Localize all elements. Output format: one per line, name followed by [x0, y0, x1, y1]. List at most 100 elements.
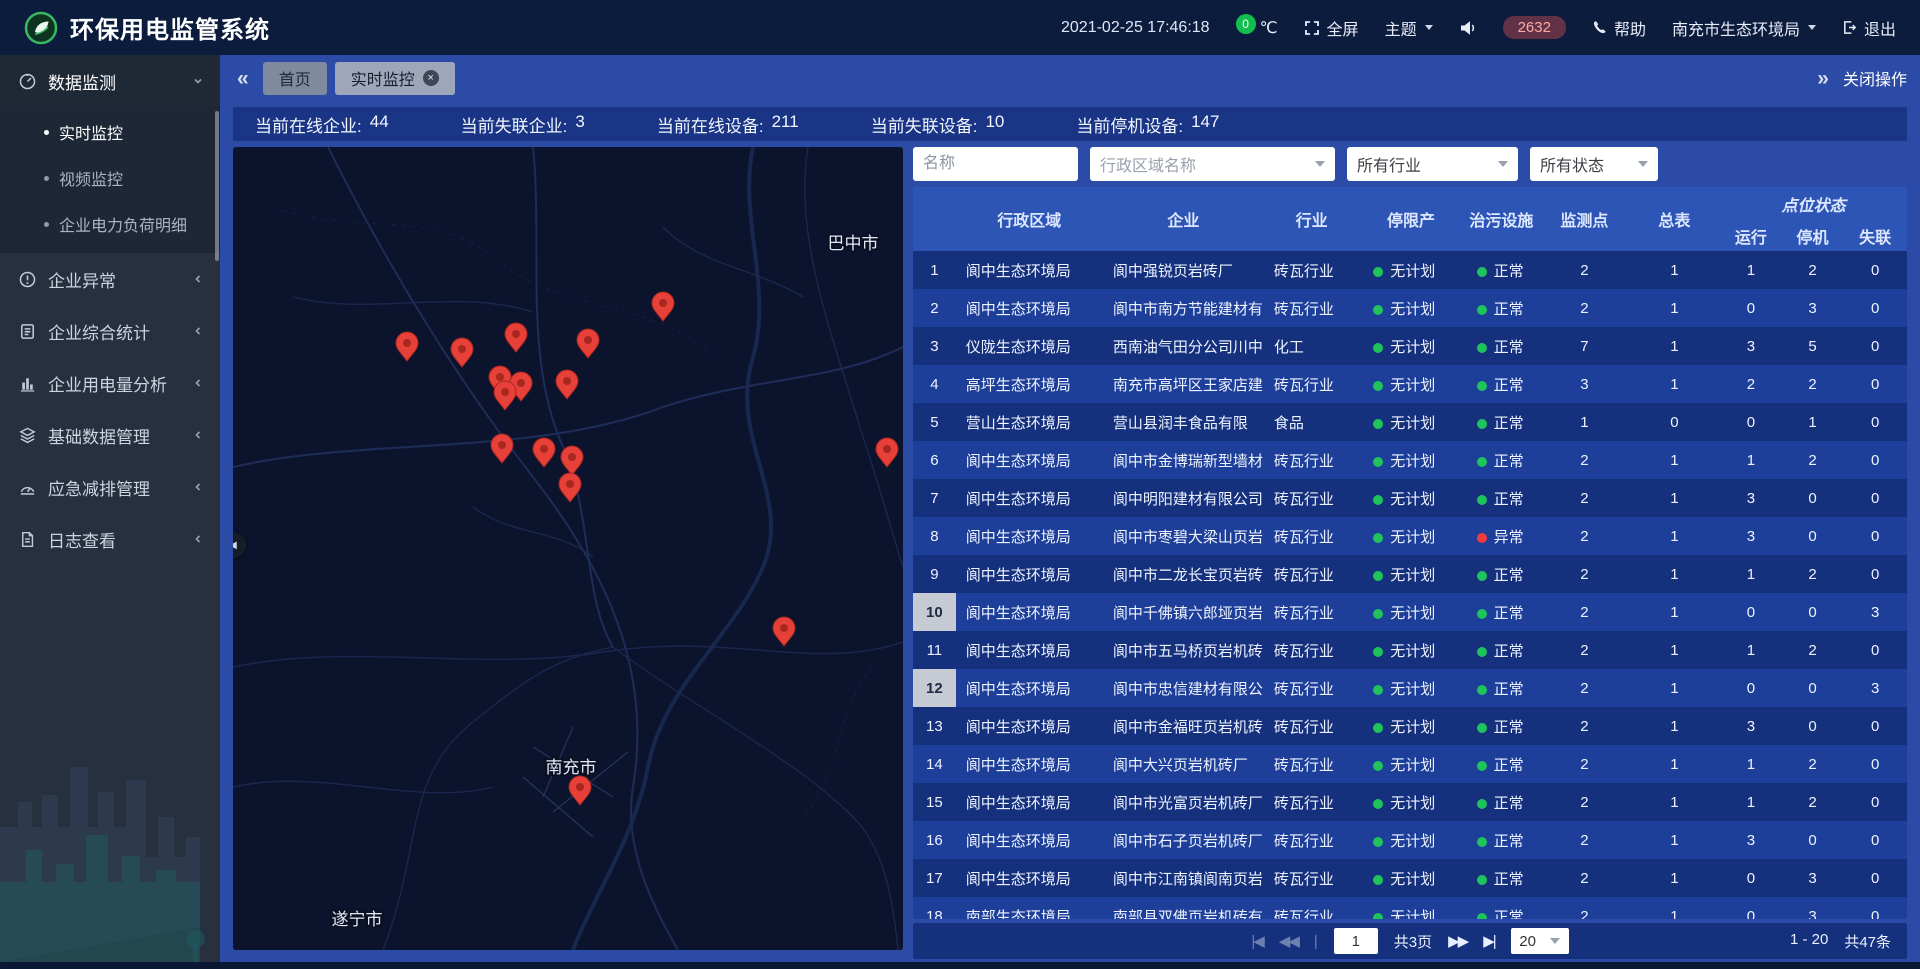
row-lost: 0 — [1843, 745, 1907, 783]
table-row[interactable]: 4高坪生态环境局南充市高坪区王家店建砖瓦行业无计划正常31220 — [913, 365, 1907, 403]
help-button[interactable]: 帮助 — [1592, 16, 1646, 40]
page-size-select[interactable]: 20 — [1511, 928, 1569, 954]
table-row[interactable]: 2阆中生态环境局阆中市南方节能建材有砖瓦行业无计划正常21030 — [913, 289, 1907, 327]
datetime-text: 2021-02-25 17:46:18 — [1061, 19, 1210, 37]
tab-close-icon[interactable]: × — [423, 70, 439, 86]
table-row[interactable]: 5营山生态环境局营山县润丰食品有限食品无计划正常10010 — [913, 403, 1907, 441]
map-city-label: 遂宁市 — [332, 910, 383, 929]
row-lost: 0 — [1843, 517, 1907, 555]
status-dot-icon — [1477, 837, 1487, 847]
first-page-icon[interactable]: |◀ — [1251, 932, 1262, 950]
row-index: 14 — [913, 745, 956, 783]
row-industry: 砖瓦行业 — [1264, 745, 1359, 783]
row-region: 阆中生态环境局 — [956, 707, 1103, 745]
sidebar-item-视频监控[interactable]: 视频监控 — [0, 155, 220, 201]
sidebar-group-基础数据管理[interactable]: 基础数据管理 — [0, 409, 220, 461]
col-region: 行政区域 — [956, 187, 1103, 251]
row-region: 阆中生态环境局 — [956, 289, 1103, 327]
sidebar-group-日志查看[interactable]: 日志查看 — [0, 513, 220, 565]
status-dot-icon — [1477, 419, 1487, 429]
close-operations-button[interactable]: 关闭操作 — [1843, 66, 1907, 90]
logout-button[interactable]: 退出 — [1842, 16, 1896, 40]
chevron-left-icon — [192, 325, 204, 337]
row-lost: 0 — [1843, 251, 1907, 289]
row-facility-status: 正常 — [1463, 479, 1541, 517]
name-filter-input[interactable] — [913, 147, 1078, 181]
sidebar-group-应急减排管理[interactable]: 应急减排管理 — [0, 461, 220, 513]
table-row[interactable]: 13阆中生态环境局阆中市金福旺页岩机砖砖瓦行业无计划正常21300 — [913, 707, 1907, 745]
next-page-icon[interactable]: ▶▶ — [1448, 932, 1467, 950]
row-stop: 2 — [1782, 555, 1844, 593]
tab-首页[interactable]: 首页 — [263, 62, 327, 95]
row-run: 1 — [1720, 631, 1782, 669]
theme-dropdown[interactable]: 主题 — [1385, 16, 1433, 40]
stat-value: 211 — [772, 112, 799, 137]
sidebar-group-企业异常[interactable]: 企业异常 — [0, 253, 220, 305]
chevron-down-icon — [1808, 25, 1816, 30]
stat-label: 当前停机设备: — [1076, 112, 1183, 137]
row-meter: 1 — [1629, 897, 1720, 919]
fullscreen-button[interactable]: 全屏 — [1304, 16, 1359, 40]
table-row[interactable]: 1阆中生态环境局阆中强锐页岩砖厂砖瓦行业无计划正常21120 — [913, 251, 1907, 289]
gauge-icon — [16, 71, 38, 91]
row-index: 11 — [913, 631, 956, 669]
table-row[interactable]: 17阆中生态环境局阆中市江南镇阆南页岩砖瓦行业无计划正常21030 — [913, 859, 1907, 897]
status-dot-icon — [1373, 723, 1383, 733]
sidebar: 数据监测实时监控视频监控企业电力负荷明细企业异常企业综合统计企业用电量分析基础数… — [0, 55, 220, 969]
status-dot-icon — [1477, 913, 1487, 920]
sidebar-group-企业用电量分析[interactable]: 企业用电量分析 — [0, 357, 220, 409]
col-company: 企业 — [1103, 187, 1264, 251]
row-points: 2 — [1540, 517, 1628, 555]
table-row[interactable]: 14阆中生态环境局阆中大兴页岩机砖厂砖瓦行业无计划正常21120 — [913, 745, 1907, 783]
enterprise-table: 行政区域 企业 行业 停限产 治污设施 监测点 总表 点位状态 — [913, 187, 1907, 919]
tabs-scroll-right-icon[interactable]: » — [1813, 68, 1833, 89]
table-row[interactable]: 16阆中生态环境局阆中市石子页岩机砖厂砖瓦行业无计划正常21300 — [913, 821, 1907, 859]
status-dot-icon — [1477, 457, 1487, 467]
last-page-icon[interactable]: ▶| — [1483, 932, 1494, 950]
status-select[interactable]: 所有状态 — [1530, 147, 1658, 181]
tabs-scroll-left-icon[interactable]: « — [233, 68, 253, 89]
sidebar-item-企业电力负荷明细[interactable]: 企业电力负荷明细 — [0, 201, 220, 247]
notification-badge[interactable]: 2632 — [1503, 16, 1566, 39]
status-dot-icon — [1477, 647, 1487, 657]
table-row[interactable]: 18南部生态环境局南部县双佛页岩机砖有砖瓦行业无计划正常21030 — [913, 897, 1907, 919]
row-industry: 砖瓦行业 — [1264, 517, 1359, 555]
row-meter: 1 — [1629, 289, 1720, 327]
col-point-status-group: 点位状态 — [1720, 187, 1907, 221]
table-row[interactable]: 7阆中生态环境局阆中明阳建材有限公司砖瓦行业无计划正常21300 — [913, 479, 1907, 517]
status-dot-icon — [1373, 761, 1383, 771]
table-row[interactable]: 3仪陇生态环境局西南油气田分公司川中化工无计划正常71350 — [913, 327, 1907, 365]
row-limit-status: 无计划 — [1359, 821, 1462, 859]
chevron-down-icon — [1550, 938, 1560, 944]
map-panel[interactable]: 巴中市南充市遂宁市 ◀ — [233, 147, 903, 950]
prev-page-icon[interactable]: ◀◀ — [1279, 932, 1298, 950]
tab-实时监控[interactable]: 实时监控× — [335, 62, 455, 95]
table-row[interactable]: 6阆中生态环境局阆中市金博瑞新型墙材砖瓦行业无计划正常21120 — [913, 441, 1907, 479]
table-row[interactable]: 10阆中生态环境局阆中千佛镇六郎垭页岩砖瓦行业无计划正常21003 — [913, 593, 1907, 631]
record-range-label: 1 - 20 共47条 — [1790, 931, 1891, 952]
table-row[interactable]: 9阆中生态环境局阆中市二龙长宝页岩砖砖瓦行业无计划正常21120 — [913, 555, 1907, 593]
stat-item: 当前失联设备:10 — [871, 112, 1005, 137]
row-region: 阆中生态环境局 — [956, 251, 1103, 289]
row-run: 3 — [1720, 517, 1782, 555]
announcement-button[interactable] — [1459, 20, 1477, 36]
sidebar-item-实时监控[interactable]: 实时监控 — [0, 109, 220, 155]
org-dropdown[interactable]: 南充市生态环境局 — [1672, 16, 1816, 40]
region-select[interactable]: 行政区域名称 — [1090, 147, 1335, 181]
map-canvas[interactable]: 巴中市南充市遂宁市 — [233, 147, 903, 950]
table-row[interactable]: 15阆中生态环境局阆中市光富页岩机砖厂砖瓦行业无计划正常21120 — [913, 783, 1907, 821]
row-points: 2 — [1540, 783, 1628, 821]
table-row[interactable]: 8阆中生态环境局阆中市枣碧大梁山页岩砖瓦行业无计划异常21300 — [913, 517, 1907, 555]
table-row[interactable]: 11阆中生态环境局阆中市五马桥页岩机砖砖瓦行业无计划正常21120 — [913, 631, 1907, 669]
sidebar-group-企业综合统计[interactable]: 企业综合统计 — [0, 305, 220, 357]
page-number-input[interactable] — [1334, 928, 1378, 954]
row-stop: 2 — [1782, 745, 1844, 783]
industry-select[interactable]: 所有行业 — [1347, 147, 1518, 181]
row-lost: 0 — [1843, 859, 1907, 897]
status-dot-icon — [1373, 571, 1383, 581]
row-facility-status: 正常 — [1463, 631, 1541, 669]
col-meter: 总表 — [1629, 187, 1720, 251]
row-lost: 0 — [1843, 441, 1907, 479]
table-row[interactable]: 12阆中生态环境局阆中市忠信建材有限公砖瓦行业无计划正常21003 — [913, 669, 1907, 707]
sidebar-group-数据监测[interactable]: 数据监测 — [0, 55, 220, 107]
